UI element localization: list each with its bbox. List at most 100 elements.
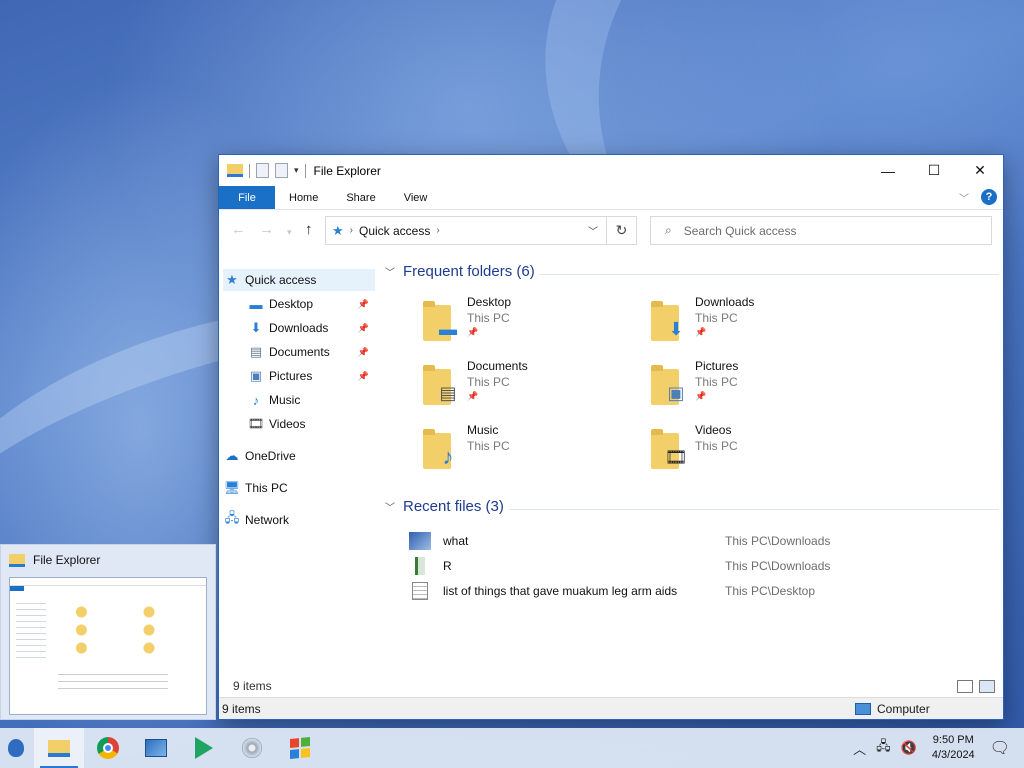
clock-time: 9:50 PM <box>932 734 974 746</box>
file-path: This PC\Downloads <box>725 559 831 573</box>
notification-icon[interactable]: 🗨 <box>990 738 1010 758</box>
folder-tile-music[interactable]: ♪ Music This PC <box>421 423 631 479</box>
close-button[interactable]: ✕ <box>957 155 1003 186</box>
text-file-icon <box>412 582 428 600</box>
frequent-folders-header[interactable]: ﹀ Frequent folders (6) <box>385 263 535 280</box>
quick-access-star-icon: ★ <box>332 222 344 238</box>
computer-zone: Computer <box>855 702 930 716</box>
chrome-icon[interactable] <box>84 728 132 768</box>
pin-icon[interactable]: 📌 <box>358 347 369 358</box>
folder-name: Desktop <box>467 295 512 309</box>
ribbon-tabs: File Home Share View ﹀ ? <box>219 186 1003 210</box>
computer-icon: 🖥 <box>223 480 241 495</box>
nav-item-network[interactable]: 🖧 Network <box>223 509 375 531</box>
navigation-pane: ★ Quick access ▬ Desktop 📌 ⬇ Downloads 📌… <box>219 265 377 671</box>
nav-item-this-pc[interactable]: 🖥 This PC <box>223 477 375 499</box>
recent-file-row[interactable]: R This PC\Downloads <box>409 555 969 577</box>
back-arrow-icon[interactable]: ← <box>231 221 246 238</box>
media-player-icon[interactable] <box>228 728 276 768</box>
download-icon: ⬇ <box>668 318 684 339</box>
clock[interactable]: 9:50 PM 4/3/2024 <box>932 733 975 763</box>
show-hidden-icons-chevron-icon[interactable]: ︿ <box>853 739 866 758</box>
help-button[interactable]: ? <box>981 189 997 205</box>
start-menu-apple-icon[interactable] <box>0 728 32 768</box>
tab-share[interactable]: Share <box>332 186 389 209</box>
network-icon[interactable]: 🖧 <box>876 737 891 759</box>
remote-desktop-icon[interactable] <box>132 728 180 768</box>
maximize-button[interactable]: ☐ <box>911 155 957 186</box>
nav-item-pictures[interactable]: ▣ Pictures 📌 <box>223 365 375 387</box>
volume-muted-icon[interactable]: 🔇 <box>901 740 917 756</box>
group-heading: Frequent folders (6) <box>403 263 535 280</box>
folder-tile-desktop[interactable]: ▬ Desktop This PC 📌 <box>421 295 631 351</box>
recent-files-header[interactable]: ﹀ Recent files (3) <box>385 498 504 515</box>
pin-icon[interactable]: 📌 <box>358 299 369 310</box>
collapse-chevron-icon[interactable]: ﹀ <box>385 264 395 279</box>
nav-item-documents[interactable]: ▤ Documents 📌 <box>223 341 375 363</box>
preview-title: File Explorer <box>33 553 101 567</box>
forward-arrow-icon[interactable]: → <box>259 221 274 238</box>
nav-item-label: Videos <box>269 417 306 431</box>
recent-file-row[interactable]: what This PC\Downloads <box>409 530 969 552</box>
file-explorer-taskbar-icon[interactable] <box>34 728 84 768</box>
folder-tile-pictures[interactable]: ▣ Pictures This PC 📌 <box>649 359 859 415</box>
address-bar[interactable]: ★ › Quick access › ﹀ <box>325 216 607 245</box>
folder-tile-downloads[interactable]: ⬇ Downloads This PC 📌 <box>649 295 859 351</box>
folder-name: Documents <box>467 359 528 373</box>
title-bar[interactable]: ▾ File Explorer — ☐ ✕ <box>219 155 1003 186</box>
search-input[interactable]: ⌕ Search Quick access <box>650 216 992 245</box>
pin-icon[interactable]: 📌 <box>358 371 369 382</box>
nav-item-quick-access[interactable]: ★ Quick access <box>223 269 375 291</box>
tab-file[interactable]: File <box>219 186 275 209</box>
play-store-icon[interactable] <box>180 728 228 768</box>
recent-locations-chevron-icon[interactable]: ▾ <box>287 227 292 238</box>
nav-item-downloads[interactable]: ⬇ Downloads 📌 <box>223 317 375 339</box>
folder-tile-documents[interactable]: ▤ Documents This PC 📌 <box>421 359 631 415</box>
search-placeholder: Search Quick access <box>683 223 797 238</box>
window-thumbnail[interactable] <box>9 577 207 715</box>
tab-view[interactable]: View <box>390 186 442 209</box>
file-path: This PC\Desktop <box>725 584 816 598</box>
expand-ribbon-chevron-icon[interactable]: ﹀ <box>959 190 969 205</box>
breadcrumb-chevron-icon[interactable]: › <box>350 225 353 236</box>
folder-name: Music <box>467 423 499 437</box>
tab-home[interactable]: Home <box>275 186 332 209</box>
windows-logo-icon[interactable] <box>276 728 324 768</box>
video-icon: 🎞 <box>664 446 688 467</box>
new-folder-icon[interactable] <box>275 163 288 178</box>
music-icon: ♪ <box>252 392 260 408</box>
breadcrumb-chevron-icon[interactable]: › <box>436 225 439 236</box>
details-view-icon[interactable] <box>957 680 973 693</box>
executable-file-icon <box>415 557 425 575</box>
refresh-button[interactable]: ↻ <box>607 216 637 245</box>
pin-icon[interactable]: 📌 <box>358 323 369 334</box>
properties-icon[interactable] <box>256 163 269 178</box>
nav-item-label: Documents <box>269 345 330 359</box>
recent-file-row[interactable]: list of things that gave muakum leg arm … <box>409 580 969 602</box>
taskbar-thumbnail-preview[interactable]: File Explorer <box>0 544 216 720</box>
window-title: File Explorer <box>313 163 381 178</box>
nav-item-onedrive[interactable]: ☁ OneDrive <box>223 445 375 467</box>
nav-item-desktop[interactable]: ▬ Desktop 📌 <box>223 293 375 315</box>
breadcrumb-quick-access[interactable]: Quick access <box>359 224 430 238</box>
group-heading: Recent files (3) <box>403 498 504 515</box>
picture-icon: ▣ <box>249 368 263 383</box>
bottom-item-count: 9 items <box>222 701 261 716</box>
customize-toolbar-chevron-icon[interactable]: ▾ <box>294 165 299 176</box>
minimize-button[interactable]: — <box>865 155 911 186</box>
computer-label: Computer <box>877 701 930 716</box>
video-icon: 🎞 <box>247 416 265 431</box>
nav-item-label: Network <box>245 513 290 527</box>
collapse-chevron-icon[interactable]: ﹀ <box>385 499 395 514</box>
up-arrow-icon[interactable]: ↑ <box>305 221 313 238</box>
address-dropdown-chevron-icon[interactable]: ﹀ <box>588 223 598 238</box>
nav-item-videos[interactable]: 🎞 Videos <box>223 413 375 435</box>
folder-tile-videos[interactable]: 🎞 Videos This PC <box>649 423 859 479</box>
large-icons-view-icon[interactable] <box>979 680 995 693</box>
nav-item-music[interactable]: ♪ Music <box>223 389 375 411</box>
folder-name: Pictures <box>695 359 739 373</box>
file-name: R <box>443 559 452 573</box>
desktop-icon: ▬ <box>249 296 263 312</box>
folder-location: This PC <box>695 439 738 453</box>
content-pane: ﹀ Frequent folders (6) ▬ Desktop This PC… <box>379 257 999 671</box>
